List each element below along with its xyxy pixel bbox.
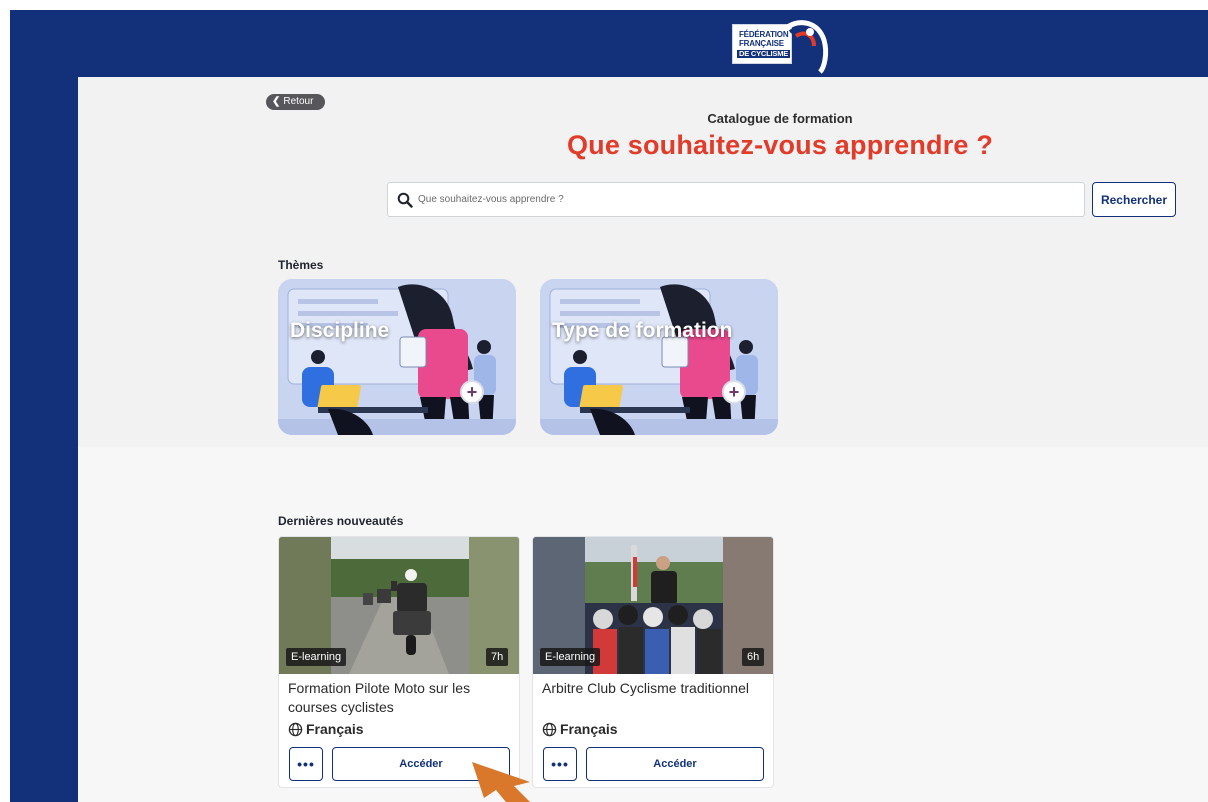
cyclist-swoosh-icon [784, 20, 829, 74]
theme-illustration [278, 279, 516, 435]
theme-label: Type de formation [552, 319, 733, 342]
search-icon [397, 192, 413, 208]
plus-icon[interactable]: + [722, 380, 746, 404]
back-button-label: Retour [283, 96, 314, 107]
search-input[interactable] [418, 183, 1078, 216]
course-title[interactable]: Formation Pilote Moto sur les courses cy… [288, 679, 512, 717]
course-duration-badge: 7h [486, 648, 509, 666]
course-language-label: Français [306, 721, 364, 737]
more-options-button[interactable]: ••• [289, 747, 323, 781]
globe-icon [542, 722, 557, 736]
logo-line-2: FRANÇAISE [739, 39, 784, 48]
course-language: Français [288, 721, 364, 737]
search-button[interactable]: Rechercher [1092, 182, 1176, 217]
course-duration-badge: 6h [742, 648, 765, 666]
search-box [387, 182, 1085, 217]
theme-card-type-de-formation[interactable]: Type de formation + [540, 279, 778, 435]
theme-card-discipline[interactable]: Discipline + [278, 279, 516, 435]
themes-title: Thèmes [278, 258, 324, 272]
ffc-logo[interactable]: FÉDÉRATION FRANÇAISE DE CYCLISME [730, 16, 832, 74]
pointer-arrow-icon [472, 762, 530, 802]
page-title: Que souhaitez-vous apprendre ? [566, 130, 994, 160]
course-card[interactable]: E-learning 6h Arbitre Club Cyclisme trad… [532, 536, 774, 788]
back-button[interactable]: ❮ Retour [266, 94, 325, 110]
globe-icon [288, 722, 303, 736]
course-language-label: Français [560, 721, 618, 737]
course-card[interactable]: E-learning 7h Formation Pilote Moto sur … [278, 536, 520, 788]
chevron-left-icon: ❮ [272, 96, 281, 107]
latest-title: Dernières nouveautés [278, 514, 404, 528]
access-button[interactable]: Accéder [586, 747, 764, 781]
left-sidebar [10, 10, 78, 802]
theme-illustration [540, 279, 778, 435]
course-type-badge: E-learning [540, 648, 601, 666]
course-language: Français [542, 721, 618, 737]
top-header: FÉDÉRATION FRANÇAISE DE CYCLISME [78, 10, 1208, 77]
course-title[interactable]: Arbitre Club Cyclisme traditionnel [542, 679, 766, 698]
theme-label: Discipline [290, 319, 390, 342]
plus-icon[interactable]: + [460, 380, 484, 404]
course-type-badge: E-learning [286, 648, 347, 666]
catalogue-eyebrow: Catalogue de formation [707, 111, 853, 126]
